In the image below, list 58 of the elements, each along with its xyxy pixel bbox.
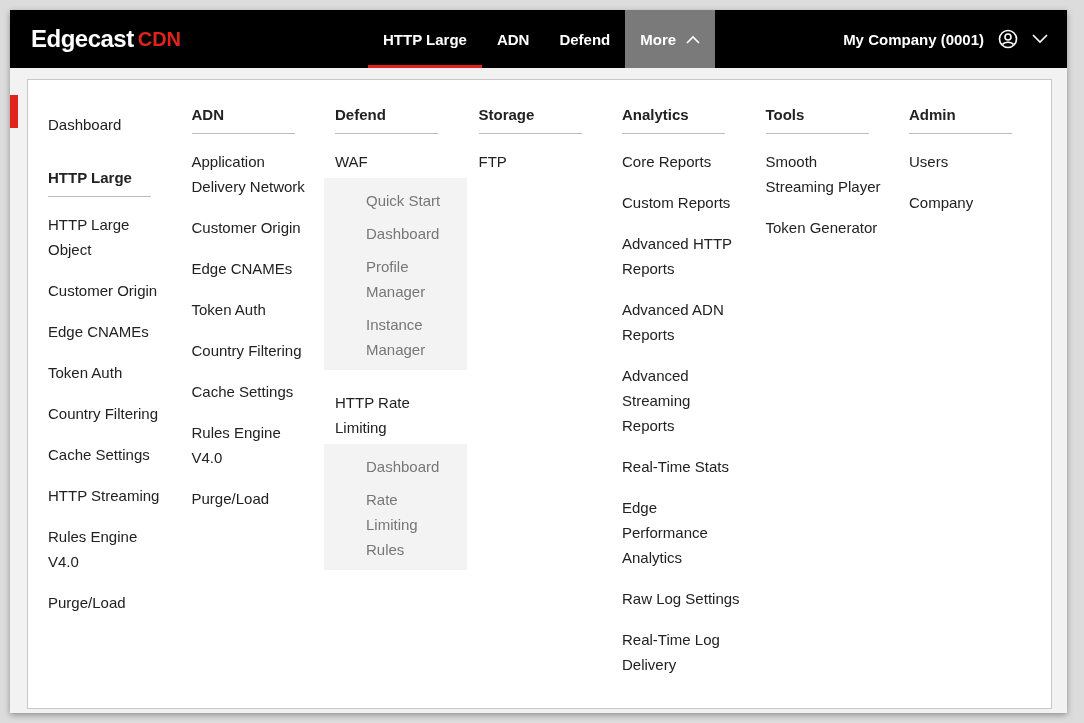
menu-link[interactable]: Country Filtering — [191, 338, 316, 363]
menu-heading: Tools — [765, 104, 869, 134]
menu-link[interactable]: Purge/Load — [48, 590, 172, 615]
nav-tab[interactable]: HTTP Large — [368, 10, 482, 68]
menu-heading: Analytics — [622, 104, 725, 134]
submenu-link[interactable]: Dashboard — [366, 221, 451, 246]
menu-link[interactable]: Advanced Streaming Reports — [622, 363, 746, 438]
menu-link[interactable]: Real-Time Log Delivery — [622, 627, 746, 677]
menu-link[interactable]: Real-Time Stats — [622, 454, 746, 479]
menu-link[interactable]: Advanced HTTP Reports — [622, 231, 746, 281]
brand-name: Edgecast — [31, 25, 134, 53]
menu-link[interactable]: Cache Settings — [191, 379, 316, 404]
nav-tab[interactable]: Defend — [544, 10, 626, 68]
menu-link[interactable]: Edge CNAMEs — [48, 319, 172, 344]
menu-link[interactable]: Smooth Streaming Player — [765, 149, 890, 199]
menu-link[interactable]: HTTP Streaming — [48, 483, 172, 508]
user-icon[interactable] — [998, 29, 1018, 49]
menu-link[interactable]: Advanced ADN Reports — [622, 297, 746, 347]
menu-heading: ADN — [191, 104, 295, 134]
menu-link[interactable]: Purge/Load — [191, 486, 316, 511]
nav-tab[interactable]: More — [625, 10, 716, 68]
menu-link[interactable]: Company — [909, 190, 1033, 215]
menu-link[interactable]: Token Generator — [765, 215, 890, 240]
active-marker — [10, 95, 18, 128]
menu-link[interactable]: Country Filtering — [48, 401, 172, 426]
menu-link[interactable]: HTTP Rate Limiting — [335, 390, 459, 440]
menu-link[interactable]: Rules Engine V4.0 — [191, 420, 316, 470]
caret-icon — [686, 34, 701, 44]
menu-link[interactable]: Token Auth — [48, 360, 172, 385]
menu-link[interactable]: Customer Origin — [191, 215, 316, 240]
account-menu[interactable]: My Company (0001) — [843, 30, 984, 48]
menu-link[interactable]: WAF — [335, 149, 459, 174]
menu-heading: Defend — [335, 104, 438, 134]
menu-link[interactable]: HTTP Large Object — [48, 212, 172, 262]
submenu-link[interactable]: Instance Manager — [366, 312, 451, 362]
menu-link[interactable]: Token Auth — [191, 297, 316, 322]
brand-suffix: CDN — [137, 27, 182, 51]
nav-tab[interactable]: ADN — [481, 10, 545, 68]
menu-heading: Storage — [478, 104, 582, 134]
menu-link[interactable]: Customer Origin — [48, 278, 172, 303]
menu-link[interactable]: Users — [909, 149, 1033, 174]
chevron-down-icon[interactable] — [1032, 34, 1048, 44]
menu-link[interactable]: Cache Settings — [48, 442, 172, 467]
menu-link[interactable]: Edge Performance Analytics — [622, 495, 746, 570]
menu-heading: HTTP Large — [48, 167, 151, 197]
menu-link[interactable]: Core Reports — [622, 149, 746, 174]
submenu-link[interactable]: Quick Start — [366, 188, 451, 213]
menu-link[interactable]: Raw Log Settings — [622, 586, 746, 611]
submenu-link[interactable]: Dashboard — [366, 454, 451, 479]
menu-link[interactable]: Rules Engine V4.0 — [48, 524, 172, 574]
menu-link[interactable]: FTP — [478, 149, 603, 174]
menu-heading: Admin — [909, 104, 1012, 134]
submenu-link[interactable]: Profile Manager — [366, 254, 451, 304]
menu-link[interactable]: Application Delivery Network — [191, 149, 316, 199]
menu-link[interactable]: Dashboard — [48, 112, 172, 137]
menu-link[interactable]: Edge CNAMEs — [191, 256, 316, 281]
menu-link[interactable]: Custom Reports — [622, 190, 746, 215]
submenu-link[interactable]: Rate Limiting Rules — [366, 487, 451, 562]
